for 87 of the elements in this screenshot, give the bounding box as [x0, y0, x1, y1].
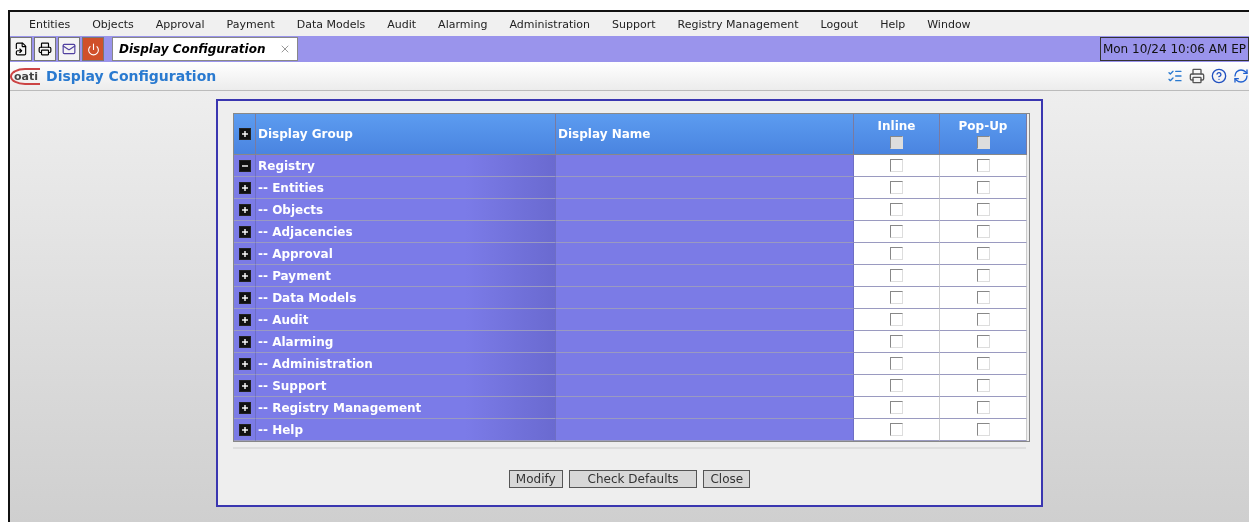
column-header: Pop-Up: [958, 119, 1008, 133]
menu-item[interactable]: Logout: [809, 17, 870, 31]
checkbox[interactable]: [976, 247, 990, 260]
menu-item[interactable]: Alarming: [427, 17, 499, 31]
collapse-icon[interactable]: [238, 159, 251, 172]
checkbox[interactable]: [976, 423, 990, 436]
checkbox[interactable]: [976, 401, 990, 414]
checkbox[interactable]: [890, 291, 903, 304]
checkbox[interactable]: [976, 181, 990, 194]
checkbox[interactable]: [976, 136, 990, 149]
expand-icon[interactable]: [238, 291, 251, 304]
refresh-document-icon[interactable]: [10, 37, 32, 61]
button[interactable]: Check Defaults: [568, 470, 698, 488]
menu-item[interactable]: Support: [601, 17, 667, 31]
checkbox[interactable]: [890, 313, 903, 326]
column-header: Display Group: [258, 127, 353, 141]
checkbox[interactable]: [976, 225, 990, 238]
checkbox[interactable]: [890, 181, 903, 194]
checkbox[interactable]: [976, 379, 990, 392]
power-icon[interactable]: [82, 37, 104, 61]
menu-item[interactable]: Help: [869, 17, 917, 31]
checklist-icon[interactable]: [1167, 68, 1183, 84]
expand-icon[interactable]: [238, 128, 251, 140]
checkbox[interactable]: [890, 247, 903, 260]
button[interactable]: Close: [703, 470, 751, 488]
menu-item[interactable]: Payment: [215, 17, 286, 31]
checkbox[interactable]: [976, 313, 990, 326]
group-label: -- Registry Management: [257, 400, 422, 415]
group-label: -- Alarming: [257, 334, 334, 349]
checkbox[interactable]: [890, 203, 903, 216]
checkbox[interactable]: [890, 136, 903, 149]
group-label: Registry: [257, 158, 315, 173]
column-header: Inline: [877, 119, 916, 133]
expand-icon[interactable]: [238, 181, 251, 194]
group-label: -- Payment: [257, 268, 332, 283]
expand-icon[interactable]: [238, 357, 251, 370]
expand-icon[interactable]: [238, 247, 251, 260]
checkbox[interactable]: [976, 159, 990, 172]
menu-item[interactable]: Entities: [18, 17, 82, 31]
checkbox[interactable]: [890, 225, 903, 238]
checkbox[interactable]: [890, 423, 903, 436]
checkbox[interactable]: [890, 357, 903, 370]
checkbox[interactable]: [890, 269, 903, 282]
menu-item[interactable]: Administration: [498, 17, 601, 31]
group-label: -- Objects: [257, 202, 324, 217]
column-header: Display Name: [558, 127, 651, 141]
menu-item[interactable]: Window: [916, 17, 982, 31]
menu-item[interactable]: Data Models: [285, 17, 377, 31]
printer-icon[interactable]: [1189, 68, 1205, 84]
mail-icon[interactable]: [58, 37, 80, 61]
help-icon[interactable]: [1211, 68, 1227, 84]
printer-icon[interactable]: [34, 37, 56, 61]
button[interactable]: Modify: [508, 470, 563, 488]
group-label: -- Approval: [257, 246, 333, 261]
expand-icon[interactable]: [238, 269, 251, 282]
menu-item[interactable]: Approval: [144, 17, 216, 31]
page-title: Display Configuration: [46, 68, 217, 84]
group-label: -- Help: [257, 422, 304, 437]
group-label: -- Adjacencies: [257, 224, 353, 239]
clock: Mon 10/24 10:06 AM EP: [1099, 37, 1249, 61]
expand-icon[interactable]: [238, 423, 251, 436]
expand-icon[interactable]: [238, 335, 251, 348]
checkbox[interactable]: [976, 335, 990, 348]
expand-icon[interactable]: [238, 313, 251, 326]
refresh-icon[interactable]: [1233, 68, 1249, 84]
checkbox[interactable]: [890, 379, 903, 392]
logo: oati: [10, 67, 40, 85]
expand-icon[interactable]: [238, 401, 251, 414]
checkbox[interactable]: [976, 203, 990, 216]
checkbox[interactable]: [890, 401, 903, 414]
expand-icon[interactable]: [238, 203, 251, 216]
group-label: -- Administration: [257, 356, 373, 371]
group-label: -- Data Models: [257, 290, 357, 305]
group-label: -- Entities: [257, 180, 324, 195]
checkbox[interactable]: [976, 269, 990, 282]
menu-item[interactable]: Objects: [81, 17, 145, 31]
menu-item[interactable]: Audit: [376, 17, 428, 31]
expand-icon[interactable]: [238, 225, 251, 238]
menu-item[interactable]: Registry Management: [666, 17, 810, 31]
expand-icon[interactable]: [238, 379, 251, 392]
checkbox[interactable]: [890, 335, 903, 348]
checkbox[interactable]: [890, 159, 903, 172]
checkbox[interactable]: [976, 291, 990, 304]
tab[interactable]: Display Configuration: [112, 37, 299, 61]
checkbox[interactable]: [976, 357, 990, 370]
group-label: -- Support: [257, 378, 327, 393]
group-label: -- Audit: [257, 312, 309, 327]
